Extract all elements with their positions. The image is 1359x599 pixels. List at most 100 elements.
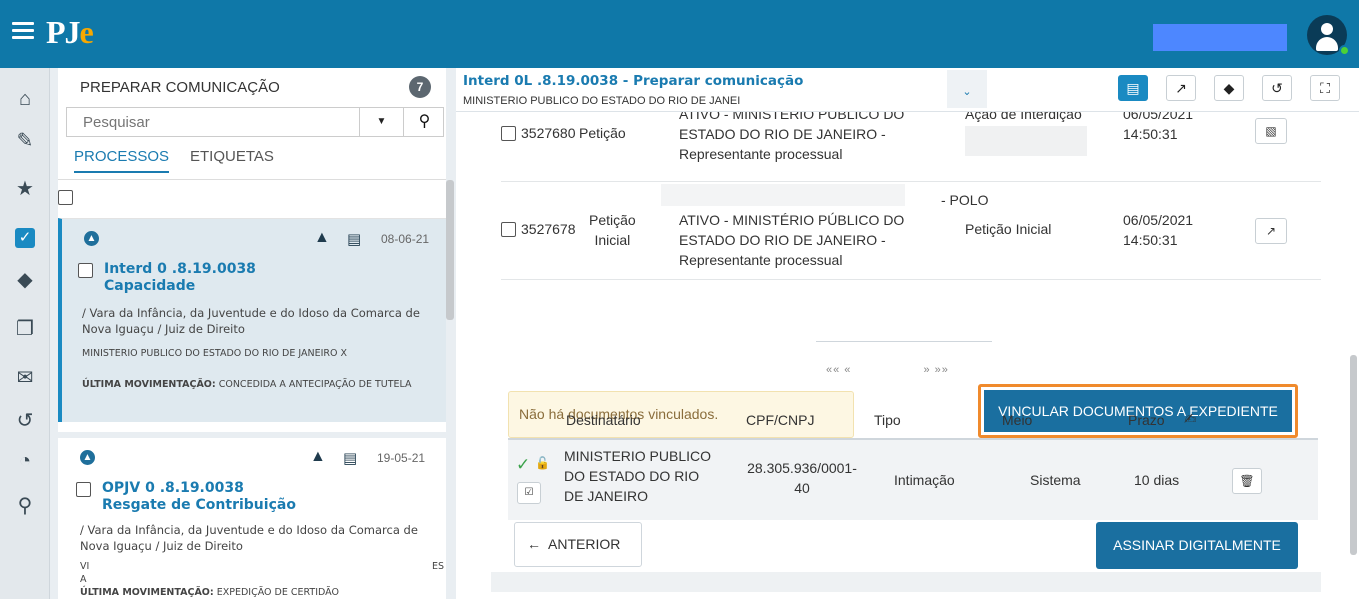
bottom-strip [491,572,1321,592]
copy-icon[interactable]: ❐ [12,316,38,342]
checkbox-icon[interactable]: ✓ [15,228,35,248]
arrow-left-icon: ← [527,536,541,552]
logo[interactable]: PJe [46,14,94,51]
pager-next-last[interactable]: » »» [923,364,948,376]
recipient-prazo: 10 dias [1134,472,1180,488]
main-scrollbar[interactable] [1350,355,1357,555]
pencil-icon[interactable]: ✎ [12,128,38,154]
document-area: 3527680 Petição ATIVO - MINISTÉRIO PÚBLI… [456,106,1359,599]
search-button[interactable]: ⚲ [403,108,445,136]
document-row: 3527678 Petição Inicial - POLO ATIVO - M… [501,182,1321,280]
book-icon[interactable]: ▤ [343,449,357,467]
checkbox-icon[interactable]: ☑ [517,482,541,504]
pager-line [816,341,992,342]
recipient-tipo: Intimação [894,472,955,488]
header-prazo: Prazo [1128,412,1165,428]
card-parties: VI ES [80,561,445,572]
left-nav: ⌂ ✎ ★ ✓ ◆ ❐ ✉ ↺ ◔ ⚲ [0,68,50,599]
card-checkbox[interactable] [78,263,93,283]
chevron-down-icon[interactable]: ⌄ [947,70,987,108]
star-icon[interactable]: ★ [12,176,38,202]
anterior-button[interactable]: ← ANTERIOR [514,522,642,567]
redacted-field [965,126,1087,156]
recipient-row: ✓ 🔓 ☑ MINISTERIO PUBLICO DO ESTADO DO RI… [508,440,1318,520]
search-bar: ▼ ⚲ [66,107,444,137]
top-bar: PJe [0,0,1359,68]
main-content: Interd 0L .8.19.0038 - Preparar comunica… [456,68,1359,599]
search-icon[interactable]: ⚲ [12,493,38,519]
header-cpf: CPF/CNPJ [746,412,815,428]
tab-etiquetas[interactable]: ETIQUETAS [190,148,274,171]
card-date: 08-06-21 [381,232,430,246]
tag-icon[interactable]: ◆ [1214,75,1244,101]
tabs-divider [58,179,446,180]
share-icon[interactable]: ↗ [1166,75,1196,101]
unlock-icon[interactable]: 🔓 [535,456,550,470]
pie-chart-icon[interactable]: ◔ [12,448,38,474]
pdf-icon[interactable]: ▧ [1255,118,1287,144]
document-checkbox[interactable] [501,126,516,141]
card-last-movement: ÚLTIMA MOVIMENTAÇÃO: EXPEDIÇÃO DE CERTID… [80,587,339,598]
pin-icon[interactable]: ▲ [314,229,330,247]
select-all-checkbox[interactable] [58,190,73,210]
online-status-dot [1339,45,1350,56]
process-card[interactable]: ▲ ▲ ▤ 08-06-21 Interd 0 .8.19.0038 Capac… [58,218,446,422]
assinar-digitalmente-button[interactable]: ASSINAR DIGITALMENTE [1096,522,1298,569]
card-checkbox[interactable] [76,482,91,502]
card-parties: MINISTERIO PUBLICO DO ESTADO DO RIO DE J… [82,348,347,359]
user-name-redacted [1153,24,1287,51]
card-title[interactable]: Interd 0 .8.19.0038 Capacidade [104,261,256,295]
book-icon[interactable]: ▤ [347,230,361,248]
menu-icon[interactable] [12,22,34,40]
document-type: Petição Inicial [589,212,636,248]
header-meio: Meio [1002,412,1033,428]
recipient-cpf: 28.305.936/0001- 40 [747,460,857,496]
pin-icon[interactable]: ▲ [310,448,326,466]
card-description: / Vara da Infância, da Juventude e do Id… [82,306,420,336]
card-toolbar: ▲ ▲ ▤ 08-06-21 [84,229,432,249]
history-icon[interactable]: ↺ [12,408,38,434]
document-datetime: 06/05/2021 14:50:31 [1123,212,1194,248]
recipient-meio: Sistema [1030,472,1081,488]
home-icon[interactable]: ⌂ [12,86,38,112]
document-class: Petição Inicial [965,221,1052,237]
check-icon: ✓ [516,455,531,474]
external-link-icon[interactable]: ↗ [1255,218,1287,244]
document-icon[interactable]: ▤ [1118,75,1148,101]
document-author: ATIVO - MINISTÉRIO PÚBLICO DO ESTADO DO … [679,106,905,162]
arrow-up-icon[interactable]: ▲ [84,231,99,246]
count-badge: 7 [409,76,431,98]
arrow-up-icon[interactable]: ▲ [80,450,95,465]
document-id: 3527678 [521,221,576,237]
fullscreen-icon[interactable]: ⛶ [1310,75,1340,101]
tab-processos[interactable]: PROCESSOS [74,148,170,173]
caret-down-icon[interactable]: ▼ [359,108,403,136]
card-date: 19-05-21 [377,451,426,465]
process-list-panel: PREPARAR COMUNICAÇÃO 7 ▼ ⚲ PROCESSOS ETI… [58,68,446,599]
redacted-field [661,184,905,206]
card-last-movement: ÚLTIMA MOVIMENTAÇÃO: CONCEDIDA A ANTECIP… [82,379,412,390]
document-row: 3527680 Petição ATIVO - MINISTÉRIO PÚBLI… [501,104,1321,182]
edit-note-icon[interactable]: ✍ [1184,410,1197,428]
card-toolbar: ▲ ▲ ▤ 19-05-21 [80,448,432,468]
trash-icon[interactable]: 🗑 [1232,468,1262,494]
history-icon[interactable]: ↺ [1262,75,1292,101]
vincular-highlight: VINCULAR DOCUMENTOS A EXPEDIENTE [978,384,1298,438]
tags-icon[interactable]: ◆ [12,267,38,293]
card-description: / Vara da Infância, da Juventude e do Id… [80,523,418,553]
recipient-name: MINISTERIO PUBLICO DO ESTADO DO RIO DE J… [564,448,712,504]
header-destinatario: Destinatário [566,412,641,428]
card-title[interactable]: OPJV 0 .8.19.0038 Resgate de Contribuiçã… [102,480,296,514]
page-title: Interd 0L .8.19.0038 - Preparar comunica… [463,73,804,89]
pager-first-prev[interactable]: «« « [826,364,851,376]
envelope-icon[interactable]: ✉ [12,365,38,391]
document-checkbox[interactable] [501,222,516,237]
main-header: Interd 0L .8.19.0038 - Preparar comunica… [456,68,1359,112]
search-input[interactable] [67,108,359,136]
card-parties-cont: A [80,574,87,585]
panel-scrollbar[interactable] [446,180,454,320]
panel-title: PREPARAR COMUNICAÇÃO [80,79,280,96]
page-subtitle: MINISTERIO PUBLICO DO ESTADO DO RIO DE J… [463,95,741,107]
document-type: Petição [579,125,626,141]
process-card[interactable]: ▲ ▲ ▤ 19-05-21 OPJV 0 .8.19.0038 Resgate… [58,432,446,599]
